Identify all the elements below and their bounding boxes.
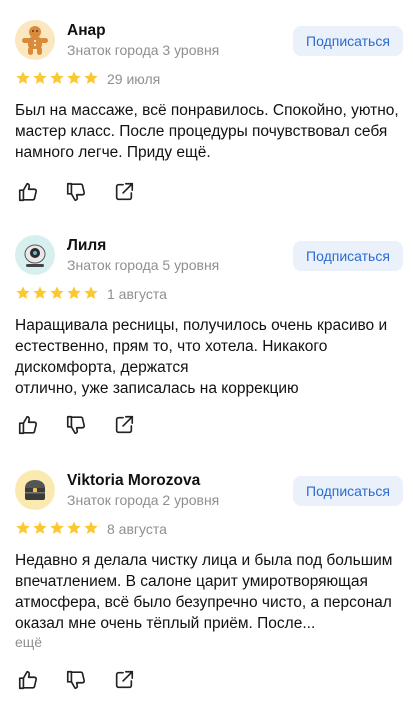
rating-stars [15, 520, 99, 536]
review-text: Недавно я делала чистку лица и была под … [15, 550, 405, 634]
subscribe-button[interactable]: Подписаться [293, 26, 403, 56]
star-icon [50, 71, 64, 84]
star-icon [16, 71, 30, 84]
like-button[interactable] [17, 414, 39, 436]
star-icon [33, 521, 47, 534]
rating-stars [15, 70, 99, 86]
avatar[interactable] [15, 235, 55, 275]
subscribe-button[interactable]: Подписаться [293, 241, 403, 271]
star-icon [16, 521, 30, 534]
review-author[interactable]: Анар [67, 22, 106, 40]
star-icon [50, 521, 64, 534]
author-level: Знаток города 2 уровня [67, 492, 220, 508]
review-author[interactable]: Лиля [67, 237, 106, 255]
star-icon [33, 286, 47, 299]
review-date: 1 августа [107, 286, 167, 302]
avatar[interactable] [15, 20, 55, 60]
thumbs-up-icon [18, 670, 38, 690]
author-level: Знаток города 3 уровня [67, 42, 220, 58]
subscribe-button[interactable]: Подписаться [293, 476, 403, 506]
thumbs-up-icon [18, 182, 38, 202]
review-author[interactable]: Viktoria Morozova [67, 472, 200, 490]
thumbs-down-icon [66, 182, 86, 202]
star-icon [84, 71, 98, 84]
dislike-button[interactable] [65, 414, 87, 436]
star-icon [67, 521, 81, 534]
author-level: Знаток города 5 уровня [67, 257, 220, 273]
star-icon [33, 71, 47, 84]
star-icon [84, 286, 98, 299]
review-text-line: Наращивала ресницы, получилось очень кра… [15, 317, 388, 376]
thumbs-down-icon [66, 415, 86, 435]
robot-icon [24, 244, 46, 267]
review-text: Был на массаже, всё понравилось. Спокойн… [15, 100, 405, 163]
review-text-line: Недавно я делала чистку лица и была под … [15, 552, 393, 632]
star-icon [84, 521, 98, 534]
avatar[interactable] [15, 470, 55, 510]
review-actions [17, 181, 135, 203]
review-actions [17, 669, 135, 691]
review-text: Наращивала ресницы, получилось очень кра… [15, 315, 405, 399]
review-actions [17, 414, 135, 436]
share-icon [115, 182, 134, 201]
share-icon [115, 415, 134, 434]
dislike-button[interactable] [65, 669, 87, 691]
star-icon [50, 286, 64, 299]
review-date: 8 августа [107, 521, 167, 537]
thumbs-down-icon [66, 670, 86, 690]
like-button[interactable] [17, 669, 39, 691]
like-button[interactable] [17, 181, 39, 203]
review-date: 29 июля [107, 71, 161, 87]
share-icon [115, 670, 134, 689]
star-icon [67, 286, 81, 299]
gingerbread-icon [22, 26, 48, 55]
share-button[interactable] [113, 414, 135, 436]
share-button[interactable] [113, 181, 135, 203]
share-button[interactable] [113, 669, 135, 691]
review-text-line: отлично, уже записалась на коррекцию [15, 380, 299, 397]
star-icon [16, 286, 30, 299]
star-icon [67, 71, 81, 84]
rating-stars [15, 285, 99, 301]
review-text-line: Был на массаже, всё понравилось. Спокойн… [15, 102, 399, 161]
read-more-link[interactable]: ещё [15, 634, 42, 650]
treasure-chest-icon [25, 480, 45, 500]
dislike-button[interactable] [65, 181, 87, 203]
thumbs-up-icon [18, 415, 38, 435]
